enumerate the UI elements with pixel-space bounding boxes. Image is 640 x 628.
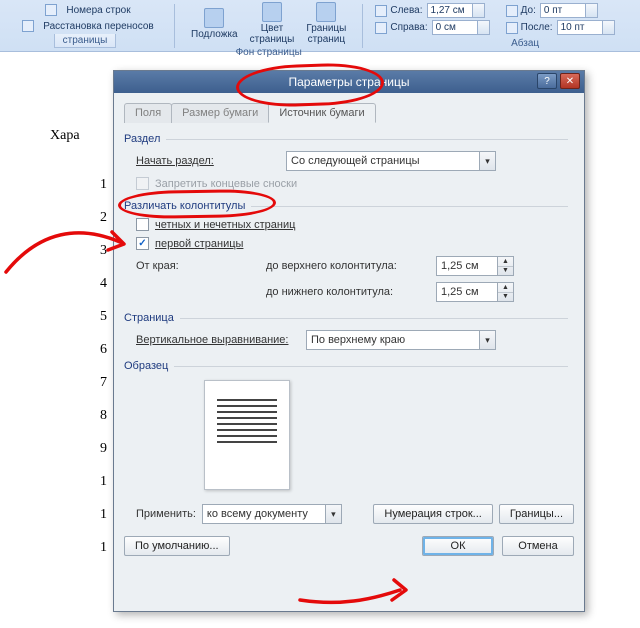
chevron-down-icon[interactable] — [479, 331, 495, 349]
borders-button[interactable]: Границы... — [499, 504, 574, 524]
suppress-endnotes-label: Запретить концевые сноски — [155, 178, 297, 190]
spacing-after: После: 10 пт — [506, 20, 615, 35]
first-page-check[interactable] — [136, 237, 149, 250]
group-caption-bg: Фон страницы — [236, 47, 302, 58]
before-icon — [506, 5, 518, 17]
group-headers: Различать колонтитулы — [124, 200, 245, 212]
indent-right-icon — [375, 22, 387, 34]
ok-button[interactable]: ОК — [422, 536, 494, 556]
before-label: До: — [521, 5, 536, 16]
indent-left: Слева: 1,27 см — [375, 3, 484, 18]
dialog-title: Параметры страницы — [289, 75, 410, 89]
after-spin[interactable] — [603, 20, 615, 35]
indent-left-spin[interactable] — [473, 3, 485, 18]
spacing-before: До: 0 пт — [506, 3, 598, 18]
pagecolor-cmd[interactable]: Цвет страницы — [244, 0, 301, 47]
group-caption-para: Абзац — [511, 38, 539, 49]
from-edge-label: От края: — [136, 260, 236, 272]
pageborders-label: Границы страниц — [306, 23, 346, 45]
dialog-titlebar[interactable]: Параметры страницы ? ✕ — [114, 71, 584, 93]
group-caption-page: страницы — [54, 34, 117, 48]
tab-fields[interactable]: Поля — [124, 103, 172, 123]
close-button[interactable]: ✕ — [560, 73, 580, 89]
indent-right-value[interactable]: 0 см — [432, 20, 478, 35]
indent-right: Справа: 0 см — [375, 20, 489, 35]
linenum-label: Номера строк — [66, 5, 130, 16]
hyphen-label: Расстановка переносов — [43, 21, 153, 32]
group-page: Страница — [124, 312, 174, 324]
linenum-icon — [45, 4, 57, 16]
pageborders-icon — [316, 2, 336, 22]
indent-right-spin[interactable] — [478, 20, 490, 35]
to-footer-label: до нижнего колонтитула: — [266, 286, 436, 298]
valign-label: Вертикальное выравнивание: — [136, 334, 306, 346]
after-icon — [506, 22, 518, 34]
indent-left-icon — [375, 5, 387, 17]
group-preview: Образец — [124, 360, 168, 372]
tab-paper-size[interactable]: Размер бумаги — [171, 103, 269, 123]
line-numbers-cmd[interactable] — [39, 2, 66, 18]
tab-paper-source[interactable]: Источник бумаги — [268, 103, 375, 123]
before-spin[interactable] — [586, 3, 598, 18]
after-label: После: — [521, 22, 553, 33]
pagecolor-label: Цвет страницы — [250, 23, 295, 45]
preview-page — [204, 380, 290, 490]
hyphen-icon — [22, 20, 34, 32]
start-section-value: Со следующей страницы — [291, 155, 420, 167]
hyphenation-cmd[interactable] — [16, 18, 43, 34]
footer-distance-input[interactable]: 1,25 см — [436, 282, 498, 302]
default-button[interactable]: По умолчанию... — [124, 536, 230, 556]
to-header-label: до верхнего колонтитула: — [266, 260, 436, 272]
watermark-cmd[interactable]: Подложка — [185, 6, 244, 42]
chevron-down-icon[interactable] — [479, 152, 495, 170]
header-distance-input[interactable]: 1,25 см — [436, 256, 498, 276]
odd-even-check[interactable] — [136, 218, 149, 231]
help-button[interactable]: ? — [537, 73, 557, 89]
ribbon: Номера строк Расстановка переносов стран… — [0, 0, 640, 52]
group-section: Раздел — [124, 133, 160, 145]
after-value[interactable]: 10 пт — [557, 20, 603, 35]
apply-to-combo[interactable]: ко всему документу — [202, 504, 342, 524]
apply-label: Применить: — [136, 508, 196, 520]
indent-left-label: Слева: — [390, 5, 422, 16]
cancel-button[interactable]: Отмена — [502, 536, 574, 556]
tabs: Поля Размер бумаги Источник бумаги — [124, 103, 574, 123]
footer-distance-spin[interactable]: ▲▼ — [498, 282, 514, 302]
line-numbers-button[interactable]: Нумерация строк... — [373, 504, 492, 524]
indent-left-value[interactable]: 1,27 см — [427, 3, 473, 18]
valign-value: По верхнему краю — [311, 334, 405, 346]
apply-to-value: ко всему документу — [207, 508, 308, 520]
page-setup-dialog: Параметры страницы ? ✕ Поля Размер бумаг… — [113, 70, 585, 612]
sep — [174, 4, 175, 48]
watermark-label: Подложка — [191, 29, 238, 40]
suppress-endnotes-check — [136, 177, 149, 190]
first-page-label: первой страницы — [155, 238, 243, 250]
sep — [362, 4, 363, 48]
pageborders-cmd[interactable]: Границы страниц — [300, 0, 352, 47]
start-section-label: Начать раздел: — [136, 155, 286, 167]
chevron-down-icon[interactable] — [325, 505, 341, 523]
odd-even-label: четных и нечетных страниц — [155, 219, 295, 231]
pagecolor-icon — [262, 2, 282, 22]
start-section-combo[interactable]: Со следующей страницы — [286, 151, 496, 171]
header-distance-spin[interactable]: ▲▼ — [498, 256, 514, 276]
watermark-icon — [204, 8, 224, 28]
valign-combo[interactable]: По верхнему краю — [306, 330, 496, 350]
indent-right-label: Справа: — [390, 22, 427, 33]
before-value[interactable]: 0 пт — [540, 3, 586, 18]
